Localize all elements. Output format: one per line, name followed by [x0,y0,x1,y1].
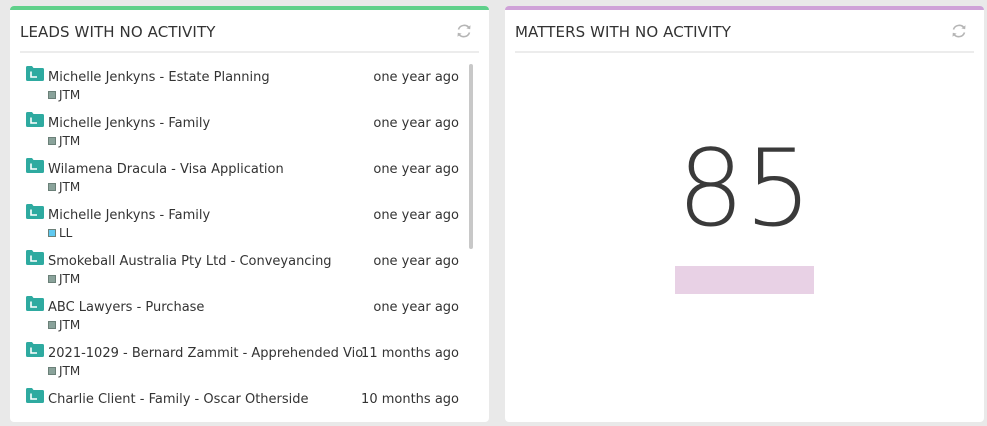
staff-initials: JTM [59,318,81,332]
lead-list-item[interactable]: Smokeball Australia Pty Ltd - Conveyanci… [26,245,459,291]
lead-last-activity: one year ago [373,116,459,131]
lead-list-item[interactable]: Charlie Client - Family - Oscar Othersid… [26,383,459,422]
lead-title: Michelle Jenkyns - Family [48,208,211,223]
folder-icon [26,296,44,311]
staff-initials: JTM [59,88,81,102]
lead-last-activity: 11 months ago [361,346,459,361]
staff-initials: LL [59,226,73,240]
staff-color-swatch [48,321,56,329]
lead-list-item[interactable]: Michelle Jenkyns - Family one year ago JTM [26,107,459,153]
matters-panel: MATTERS WITH NO ACTIVITY 85 [505,6,984,422]
matters-panel-header: MATTERS WITH NO ACTIVITY [515,10,974,53]
lead-last-activity: one year ago [373,70,459,85]
matters-count[interactable]: 85 [505,136,984,242]
staff-initials: JTM [59,364,81,378]
matters-count-bar [675,266,814,294]
lead-last-activity: one year ago [373,300,459,315]
leads-panel-title: LEADS WITH NO ACTIVITY [20,23,216,41]
lead-last-activity: one year ago [373,208,459,223]
lead-title: Wilamena Dracula - Visa Application [48,162,284,177]
leads-list: Michelle Jenkyns - Estate Planning one ye… [10,58,489,422]
folder-icon [26,204,44,219]
lead-list-item[interactable]: 2021-1029 - Bernard Zammit - Apprehended… [26,337,459,383]
lead-title: Michelle Jenkyns - Family [48,116,211,131]
staff-initials: JTM [59,134,81,148]
staff-color-swatch [48,367,56,375]
refresh-icon[interactable] [950,22,968,40]
lead-last-activity: one year ago [373,254,459,269]
staff-color-swatch [48,137,56,145]
lead-list-item[interactable]: Michelle Jenkyns - Estate Planning one ye… [26,61,459,107]
staff-color-swatch [48,91,56,99]
lead-last-activity: one year ago [373,162,459,177]
staff-initials: JTM [59,272,81,286]
lead-list-item[interactable]: Wilamena Dracula - Visa Application one y… [26,153,459,199]
folder-icon [26,66,44,81]
folder-icon [26,388,44,403]
folder-icon [26,158,44,173]
lead-list-item[interactable]: Michelle Jenkyns - Family one year ago LL [26,199,459,245]
lead-title: Charlie Client - Family - Oscar Othersid… [48,392,309,407]
folder-icon [26,342,44,357]
matters-panel-title: MATTERS WITH NO ACTIVITY [515,23,732,41]
leads-list-scrollbar[interactable] [469,64,473,249]
leads-panel: LEADS WITH NO ACTIVITY Michelle Jenkyns … [10,6,489,422]
refresh-icon[interactable] [455,22,473,40]
staff-color-swatch [48,275,56,283]
lead-last-activity: 10 months ago [361,392,459,407]
lead-title: 2021-1029 - Bernard Zammit - Apprehended… [48,346,364,361]
leads-panel-header: LEADS WITH NO ACTIVITY [20,10,479,53]
lead-list-item[interactable]: ABC Lawyers - Purchase one year ago JTM [26,291,459,337]
folder-icon [26,112,44,127]
staff-color-swatch [48,183,56,191]
lead-title: ABC Lawyers - Purchase [48,300,205,315]
lead-title: Smokeball Australia Pty Ltd - Conveyanci… [48,254,332,269]
staff-color-swatch [48,229,56,237]
folder-icon [26,250,44,265]
lead-title: Michelle Jenkyns - Estate Planning [48,70,270,85]
staff-initials: JTM [59,180,81,194]
